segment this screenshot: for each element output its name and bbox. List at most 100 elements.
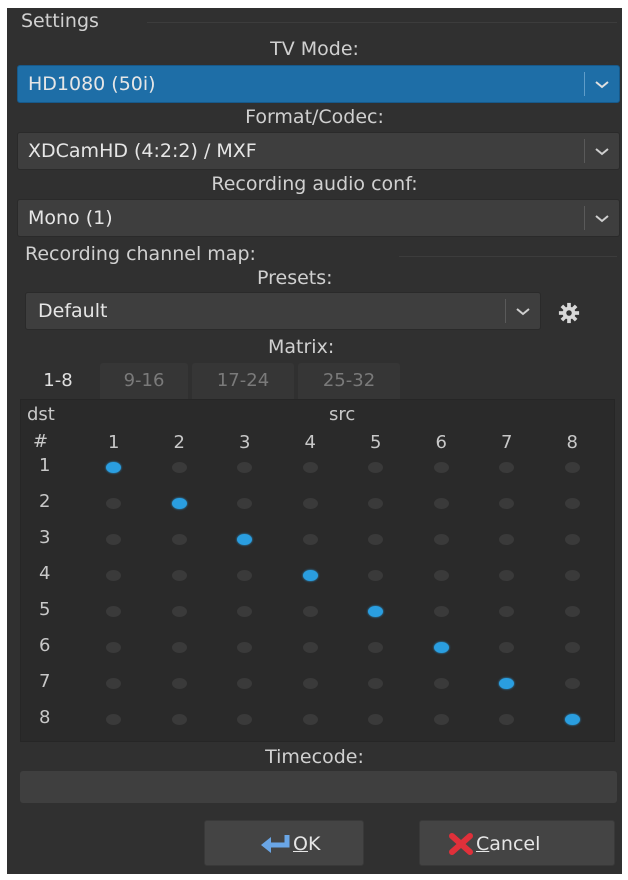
matrix-cell-dot[interactable] (237, 606, 252, 617)
matrix-cell-dot[interactable] (237, 642, 252, 653)
group-border (399, 256, 617, 257)
matrix-cell-dot[interactable] (237, 498, 252, 509)
tv-mode-value: HD1080 (50i) (28, 73, 156, 95)
gear-icon[interactable] (558, 302, 580, 324)
matrix-cell-dot[interactable] (499, 714, 514, 725)
combo-separator (584, 72, 585, 96)
matrix-cell-dot[interactable] (564, 462, 580, 473)
matrix-cell-dot[interactable] (171, 606, 187, 617)
ok-label-rest: K (307, 833, 321, 855)
tv-mode-label: TV Mode: (270, 38, 359, 60)
matrix-cell-dot[interactable] (564, 534, 580, 545)
matrix-cell-dot[interactable] (302, 714, 318, 725)
ok-mnemonic: O (293, 833, 308, 855)
matrix-cell-dot[interactable] (237, 462, 252, 473)
matrix-cell-dot[interactable] (564, 570, 580, 581)
tab-17-24[interactable]: 17-24 (192, 363, 294, 399)
matrix-cell-dot[interactable] (106, 606, 121, 617)
matrix-cell-dot[interactable] (302, 642, 318, 653)
matrix-cell-dot[interactable] (106, 534, 121, 545)
return-arrow-icon (261, 835, 290, 853)
matrix-cell-dot[interactable] (106, 678, 121, 689)
matrix-cell-dot[interactable] (433, 606, 449, 617)
matrix-cell-dot[interactable] (106, 714, 121, 725)
matrix-cell-dot[interactable] (237, 678, 252, 689)
matrix-cell-dot[interactable] (564, 678, 580, 689)
combo-separator (584, 139, 585, 163)
matrix-cell-dot[interactable] (171, 570, 187, 581)
matrix-cell-dot[interactable] (171, 714, 187, 725)
matrix-cell-dot[interactable] (499, 462, 514, 473)
matrix-cell-dot[interactable] (302, 534, 318, 545)
matrix-cell-dot[interactable] (499, 606, 514, 617)
cancel-mnemonic: C (476, 833, 490, 855)
tab-1-8[interactable]: 1-8 (20, 363, 96, 399)
matrix-label: Matrix: (268, 336, 335, 358)
matrix-cell-dot[interactable] (171, 462, 187, 473)
combo-separator (584, 206, 585, 230)
matrix-cell-dot[interactable] (171, 642, 187, 653)
matrix-cell-dot[interactable] (368, 606, 383, 617)
matrix-cell-dot[interactable] (499, 678, 514, 689)
src-label: src (329, 404, 356, 425)
cancel-button[interactable]: Cancel (419, 820, 615, 866)
matrix-cell-dot[interactable] (433, 498, 449, 509)
chevron-down-icon (595, 215, 609, 223)
matrix-cell-dot[interactable] (302, 570, 318, 581)
matrix-cell-dot[interactable] (499, 642, 514, 653)
matrix-cell-dot[interactable] (237, 534, 252, 545)
matrix-cell-dot[interactable] (564, 606, 580, 617)
matrix-cell-dot[interactable] (302, 498, 318, 509)
matrix-cell-dot[interactable] (564, 498, 580, 509)
matrix-cell-dot[interactable] (106, 570, 121, 581)
matrix-cell-dot[interactable] (106, 462, 121, 473)
audio-conf-combo[interactable]: Mono (1) (17, 199, 620, 237)
tv-mode-combo[interactable]: HD1080 (50i) (17, 65, 620, 103)
chevron-down-icon (516, 308, 530, 316)
matrix-cell-dot[interactable] (499, 570, 514, 581)
dst-row-header: 7 (39, 671, 51, 692)
matrix-cell-dot[interactable] (171, 498, 187, 509)
matrix-cell-dot[interactable] (368, 462, 383, 473)
matrix-cell-dot[interactable] (368, 642, 383, 653)
matrix-cell-dot[interactable] (564, 714, 580, 725)
matrix-cell-dot[interactable] (237, 570, 252, 581)
settings-dialog: Settings TV Mode: HD1080 (50i) Format/Co… (7, 8, 622, 874)
matrix-cell-dot[interactable] (171, 678, 187, 689)
matrix-cell-dot[interactable] (106, 642, 121, 653)
ok-button[interactable]: OK (204, 820, 364, 866)
matrix-cell-dot[interactable] (368, 570, 383, 581)
matrix-cell-dot[interactable] (433, 678, 449, 689)
matrix-cell-dot[interactable] (433, 714, 449, 725)
dst-row-header: 5 (39, 599, 51, 620)
preset-combo[interactable]: Default (25, 292, 541, 330)
matrix-cell-dot[interactable] (433, 534, 449, 545)
matrix-cell-dot[interactable] (433, 642, 449, 653)
dst-row-header: 1 (39, 455, 51, 476)
matrix-cell-dot[interactable] (106, 498, 121, 509)
tab-25-32[interactable]: 25-32 (298, 363, 400, 399)
matrix-cell-dot[interactable] (368, 678, 383, 689)
matrix-cell-dot[interactable] (368, 498, 383, 509)
settings-group-title: Settings (21, 10, 99, 32)
matrix-cell-dot[interactable] (237, 714, 252, 725)
matrix-cell-dot[interactable] (302, 462, 318, 473)
matrix-cell-dot[interactable] (302, 606, 318, 617)
matrix-cell-dot[interactable] (302, 678, 318, 689)
matrix-cell-dot[interactable] (433, 462, 449, 473)
src-col-header: 6 (435, 432, 447, 453)
matrix-cell-dot[interactable] (368, 714, 383, 725)
matrix-cell-dot[interactable] (499, 498, 514, 509)
format-codec-value: XDCamHD (4:2:2) / MXF (28, 140, 257, 162)
chevron-down-icon (595, 81, 609, 89)
matrix-cell-dot[interactable] (499, 534, 514, 545)
matrix-cell-dot[interactable] (368, 534, 383, 545)
matrix-cell-dot[interactable] (564, 642, 580, 653)
timecode-field (20, 771, 617, 803)
audio-conf-label: Recording audio conf: (211, 173, 418, 195)
tab-9-16[interactable]: 9-16 (100, 363, 188, 399)
matrix-cell-dot[interactable] (171, 534, 187, 545)
format-codec-combo[interactable]: XDCamHD (4:2:2) / MXF (17, 132, 620, 170)
matrix-cell-dot[interactable] (433, 570, 449, 581)
src-col-header: 2 (173, 432, 185, 453)
